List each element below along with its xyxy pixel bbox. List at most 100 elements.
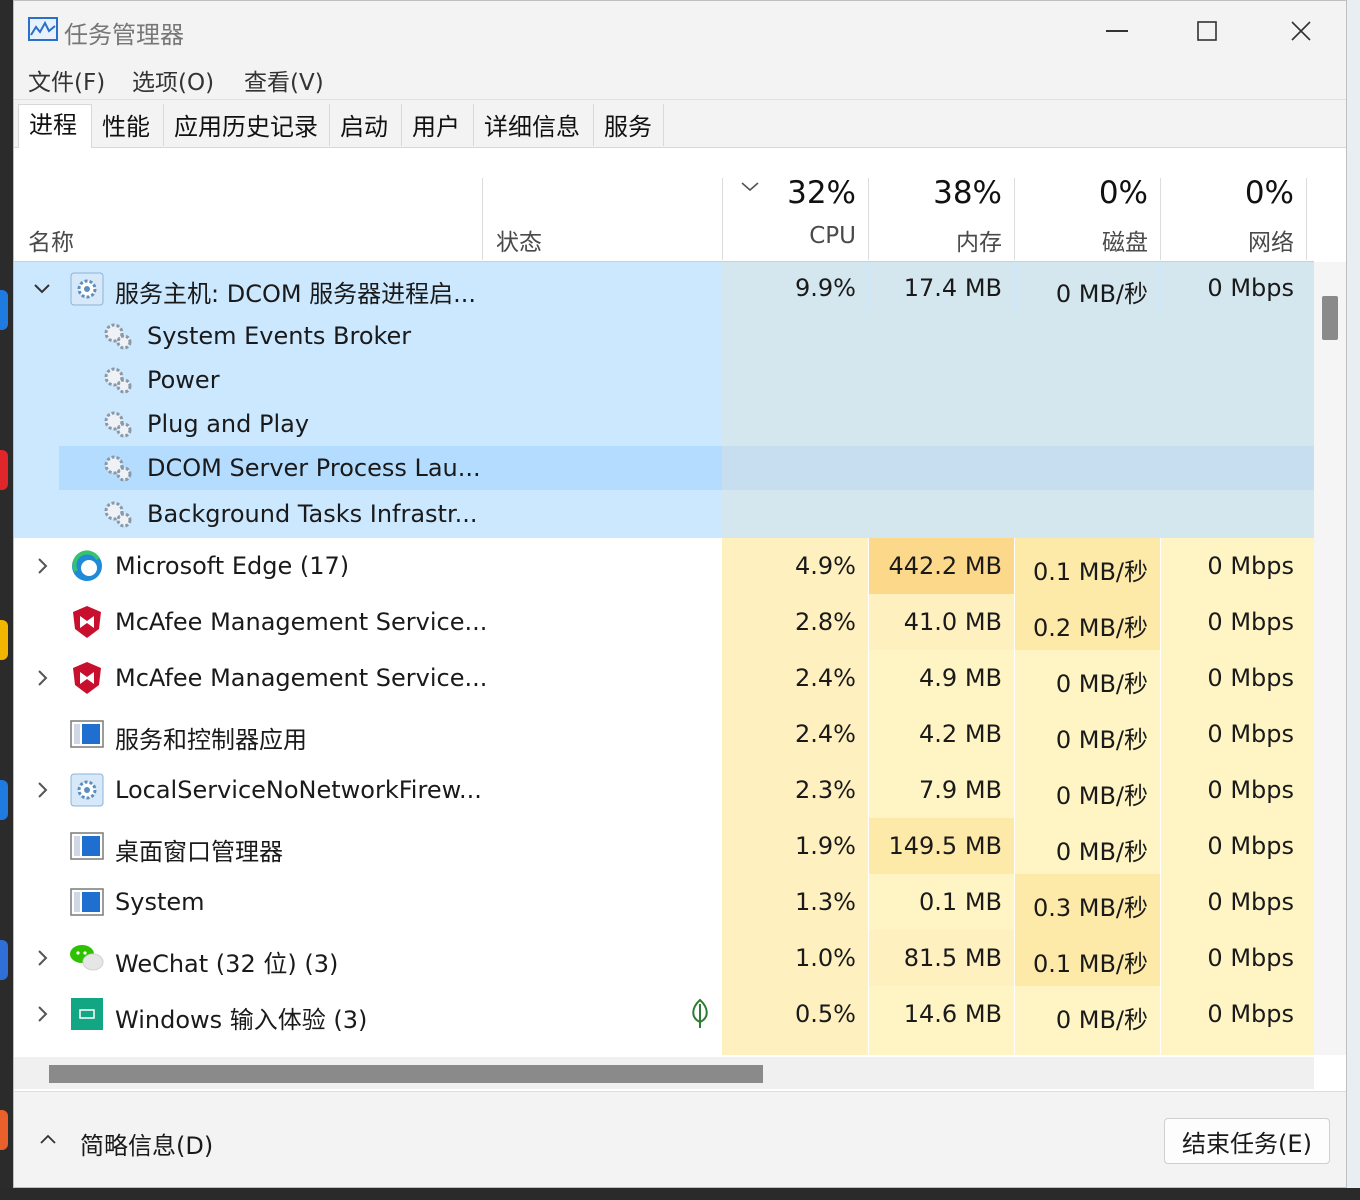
column-memory-label[interactable]: 内存 bbox=[872, 223, 1002, 257]
process-network: 0 Mbps bbox=[1207, 608, 1294, 636]
process-row[interactable]: McAfee Management Service... 2.8% 41.0 M… bbox=[14, 594, 1314, 650]
column-disk-label[interactable]: 磁盘 bbox=[1018, 223, 1148, 257]
service-row-selected[interactable]: DCOM Server Process Lau... bbox=[14, 446, 1314, 490]
vertical-scrollbar[interactable] bbox=[1314, 262, 1346, 1055]
menu-file[interactable]: 文件(F) bbox=[28, 63, 105, 97]
tab-users[interactable]: 用户 bbox=[402, 104, 474, 146]
column-disk-percent[interactable]: 0% bbox=[1018, 175, 1148, 211]
tab-details[interactable]: 详细信息 bbox=[474, 104, 594, 146]
tab-performance[interactable]: 性能 bbox=[92, 104, 164, 146]
service-row[interactable]: Plug and Play bbox=[14, 402, 1314, 446]
row-heat-band bbox=[722, 446, 1314, 490]
process-name: System bbox=[115, 888, 205, 916]
tab-app-history[interactable]: 应用历史记录 bbox=[164, 104, 330, 146]
process-row[interactable]: 服务和控制器应用 2.4% 4.2 MB 0 MB/秒 0 Mbps bbox=[14, 706, 1314, 762]
process-row[interactable]: Microsoft Edge (17) 4.9% 442.2 MB 0.1 MB… bbox=[14, 538, 1314, 594]
leaf-icon bbox=[692, 998, 708, 1028]
column-cpu-label[interactable]: CPU bbox=[726, 223, 856, 249]
process-cpu: 1.9% bbox=[795, 832, 856, 860]
process-cpu: 2.3% bbox=[795, 776, 856, 804]
expand-chevron-icon[interactable] bbox=[36, 668, 50, 688]
process-row[interactable]: System 1.3% 0.1 MB 0.3 MB/秒 0 Mbps bbox=[14, 874, 1314, 930]
window-title: 任务管理器 bbox=[64, 21, 184, 49]
process-cpu: 2.4% bbox=[795, 664, 856, 692]
collapse-chevron-icon[interactable] bbox=[32, 282, 52, 296]
process-cpu: 2.4% bbox=[795, 720, 856, 748]
menu-options[interactable]: 选项(O) bbox=[132, 63, 214, 97]
column-memory-percent[interactable]: 38% bbox=[872, 175, 1002, 211]
tab-processes[interactable]: 进程 bbox=[18, 104, 92, 148]
process-memory: 4.2 MB bbox=[919, 720, 1002, 748]
service-row[interactable]: Background Tasks Infrastr... bbox=[14, 490, 1314, 538]
process-cpu: 4.9% bbox=[795, 552, 856, 580]
menu-view[interactable]: 查看(V) bbox=[244, 63, 324, 97]
process-name: LocalServiceNoNetworkFirew... bbox=[115, 776, 482, 804]
column-header: 名称 状态 32% CPU 38% 内存 0% 磁盘 0% 网络 bbox=[14, 148, 1314, 262]
expand-chevron-icon[interactable] bbox=[36, 556, 50, 576]
process-network: 0 Mbps bbox=[1207, 720, 1294, 748]
process-row[interactable]: LocalServiceNoNetworkFirew... 2.3% 7.9 M… bbox=[14, 762, 1314, 818]
service-row[interactable]: System Events Broker bbox=[14, 314, 1314, 358]
process-name: 服务和控制器应用 bbox=[115, 726, 307, 754]
process-disk: 0 MB/秒 bbox=[1055, 726, 1148, 754]
process-memory: 81.5 MB bbox=[903, 944, 1002, 972]
app-window-icon bbox=[70, 832, 104, 860]
expand-chevron-icon[interactable] bbox=[36, 948, 50, 968]
process-list: 服务主机: DCOM 服务器进程启... 9.9% 17.4 MB 0 MB/秒… bbox=[14, 262, 1314, 1055]
service-name: System Events Broker bbox=[147, 322, 412, 350]
expand-chevron-icon[interactable] bbox=[36, 1004, 50, 1024]
title-bar: 任务管理器 bbox=[14, 1, 1346, 59]
column-divider bbox=[1160, 178, 1161, 260]
task-manager-icon bbox=[28, 17, 58, 41]
mcafee-icon bbox=[73, 662, 101, 694]
process-disk: 0.1 MB/秒 bbox=[1032, 558, 1148, 586]
column-status[interactable]: 状态 bbox=[496, 223, 542, 257]
process-disk: 0 MB/秒 bbox=[1055, 782, 1148, 810]
task-manager-window: 任务管理器 文件(F) 选项(O) 查看(V) 进程 性能 应用历史记录 启动 … bbox=[13, 0, 1347, 1188]
vertical-scroll-thumb[interactable] bbox=[1322, 296, 1338, 340]
tab-services[interactable]: 服务 bbox=[594, 104, 664, 146]
process-disk: 0 MB/秒 bbox=[1055, 670, 1148, 698]
process-disk: 0.1 MB/秒 bbox=[1032, 950, 1148, 978]
desktop-app-icon-blue bbox=[0, 290, 8, 330]
process-memory: 149.5 MB bbox=[888, 832, 1002, 860]
service-gears-icon bbox=[104, 501, 132, 528]
process-disk: 0 MB/秒 bbox=[1055, 838, 1148, 866]
column-name[interactable]: 名称 bbox=[28, 223, 74, 257]
row-heat-band bbox=[722, 490, 1314, 538]
keyboard-app-icon bbox=[71, 998, 103, 1030]
edge-icon bbox=[72, 550, 102, 581]
expand-chevron-icon[interactable] bbox=[36, 780, 50, 800]
column-network-label[interactable]: 网络 bbox=[1164, 223, 1294, 257]
column-network-percent[interactable]: 0% bbox=[1164, 175, 1294, 211]
chevron-up-icon[interactable] bbox=[38, 1132, 58, 1146]
service-name: Power bbox=[147, 366, 220, 394]
process-row[interactable]: 桌面窗口管理器 1.9% 149.5 MB 0 MB/秒 0 Mbps bbox=[14, 818, 1314, 874]
process-memory: 7.9 MB bbox=[919, 776, 1002, 804]
maximize-button[interactable] bbox=[1172, 7, 1242, 55]
tab-startup[interactable]: 启动 bbox=[330, 104, 402, 146]
service-name: Plug and Play bbox=[147, 410, 310, 438]
end-task-button[interactable]: 结束任务(E) bbox=[1164, 1118, 1330, 1164]
process-network: 0 Mbps bbox=[1207, 944, 1294, 972]
horizontal-scroll-thumb[interactable] bbox=[49, 1065, 763, 1083]
horizontal-scrollbar[interactable] bbox=[14, 1057, 1314, 1089]
column-cpu-percent[interactable]: 32% bbox=[726, 175, 856, 211]
fewer-details-link[interactable]: 简略信息(D) bbox=[80, 1126, 213, 1161]
close-button[interactable] bbox=[1266, 7, 1336, 55]
process-network: 0 Mbps bbox=[1207, 274, 1294, 302]
process-group-row[interactable]: 服务主机: DCOM 服务器进程启... 9.9% 17.4 MB 0 MB/秒… bbox=[14, 262, 1314, 314]
mcafee-icon bbox=[73, 606, 101, 638]
process-disk: 0.2 MB/秒 bbox=[1032, 614, 1148, 642]
process-memory: 442.2 MB bbox=[888, 552, 1002, 580]
process-name: Windows 输入体验 (3) bbox=[115, 1006, 368, 1034]
process-cpu: 2.8% bbox=[795, 608, 856, 636]
process-row[interactable]: WeChat (32 位) (3) 1.0% 81.5 MB 0.1 MB/秒 … bbox=[14, 930, 1314, 986]
process-cpu: 1.0% bbox=[795, 944, 856, 972]
desktop-left-strip bbox=[0, 0, 14, 1200]
process-memory: 4.9 MB bbox=[919, 664, 1002, 692]
process-row[interactable]: McAfee Management Service... 2.4% 4.9 MB… bbox=[14, 650, 1314, 706]
service-row[interactable]: Power bbox=[14, 358, 1314, 402]
minimize-button[interactable] bbox=[1082, 7, 1152, 55]
process-row[interactable]: Windows 输入体验 (3) 0.5% 14.6 MB 0 MB/秒 0 M… bbox=[14, 986, 1314, 1055]
